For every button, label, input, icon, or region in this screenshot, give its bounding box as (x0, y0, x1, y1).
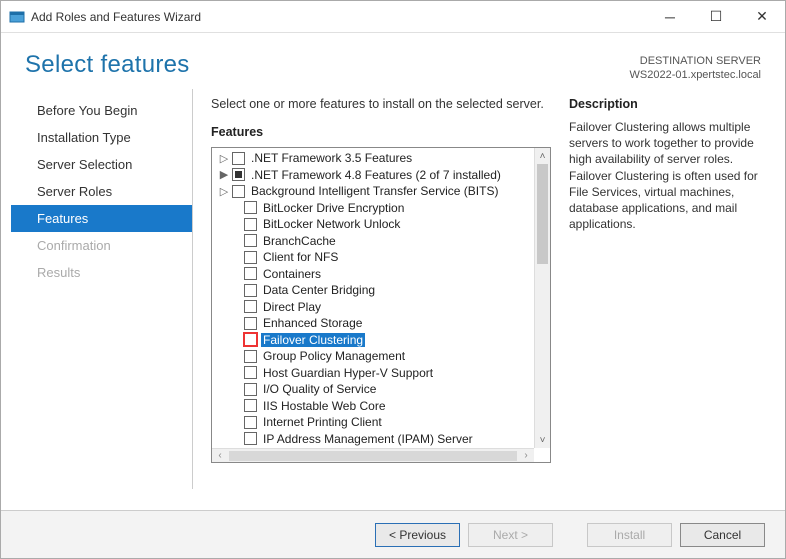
titlebar: Add Roles and Features Wizard ─ ☐ ✕ (1, 1, 785, 33)
next-button[interactable]: Next > (468, 523, 553, 547)
feature-row[interactable]: ▷IP Address Management (IPAM) Server (214, 431, 534, 448)
description-text: Failover Clustering allows multiple serv… (569, 119, 769, 232)
features-column: Select one or more features to install o… (211, 97, 551, 489)
footer: < Previous Next > Install Cancel (1, 510, 785, 558)
horizontal-scrollbar[interactable]: ‹ › (212, 448, 534, 462)
destination-server: WS2022-01.xpertstec.local (630, 69, 761, 81)
vertical-scrollbar[interactable]: ˄ ˅ (534, 148, 550, 448)
feature-row[interactable]: ▷Group Policy Management (214, 348, 534, 365)
instruction-text: Select one or more features to install o… (211, 97, 551, 111)
feature-checkbox[interactable] (244, 251, 257, 264)
wizard-icon (9, 9, 25, 25)
features-listbox[interactable]: ▷ .NET Framework 3.5 Features ▶ .NET Framew… (211, 147, 551, 463)
expander-icon[interactable]: ▶ (218, 168, 230, 181)
feature-row[interactable]: ▷Failover Clustering (214, 332, 534, 349)
feature-row[interactable]: ▷Direct Play (214, 299, 534, 316)
expander-icon[interactable]: ▷ (218, 185, 230, 198)
feature-label[interactable]: BranchCache (261, 234, 338, 248)
feature-row[interactable]: ▷BranchCache (214, 233, 534, 250)
scroll-up-arrow-icon[interactable]: ˄ (535, 148, 550, 164)
feature-checkbox[interactable] (232, 152, 245, 165)
feature-label[interactable]: .NET Framework 4.8 Features (2 of 7 inst… (249, 168, 503, 182)
scroll-left-arrow-icon[interactable]: ‹ (212, 450, 228, 461)
feature-label[interactable]: IIS Hostable Web Core (261, 399, 388, 413)
feature-label[interactable]: Data Center Bridging (261, 283, 377, 297)
feature-row[interactable]: ▷BitLocker Drive Encryption (214, 200, 534, 217)
feature-checkbox[interactable] (232, 168, 245, 181)
feature-label[interactable]: BitLocker Network Unlock (261, 217, 402, 231)
feature-row[interactable]: ▷Internet Printing Client (214, 414, 534, 431)
feature-checkbox[interactable] (244, 201, 257, 214)
feature-checkbox[interactable] (244, 267, 257, 280)
scroll-right-arrow-icon[interactable]: › (518, 450, 534, 461)
feature-label[interactable]: Client for NFS (261, 250, 340, 264)
feature-label[interactable]: Enhanced Storage (261, 316, 364, 330)
sidebar-item-installation-type[interactable]: Installation Type (11, 124, 192, 151)
destination-label: DESTINATION SERVER (640, 55, 761, 67)
feature-row[interactable]: ▷I/O Quality of Service (214, 381, 534, 398)
feature-checkbox[interactable] (244, 333, 257, 346)
cancel-button[interactable]: Cancel (680, 523, 765, 547)
feature-row[interactable]: ▷BitLocker Network Unlock (214, 216, 534, 233)
h-scrollbar-thumb[interactable] (229, 451, 517, 461)
feature-label[interactable]: Direct Play (261, 300, 323, 314)
feature-checkbox[interactable] (244, 218, 257, 231)
feature-label[interactable]: IP Address Management (IPAM) Server (261, 432, 475, 446)
feature-label[interactable]: Background Intelligent Transfer Service … (249, 184, 500, 198)
header: Select features DESTINATION SERVER WS202… (1, 33, 785, 89)
feature-checkbox[interactable] (244, 350, 257, 363)
feature-checkbox[interactable] (244, 416, 257, 429)
feature-label[interactable]: Group Policy Management (261, 349, 407, 363)
main-panel: Select one or more features to install o… (193, 89, 769, 489)
sidebar-item-before-you-begin[interactable]: Before You Begin (11, 97, 192, 124)
feature-row[interactable]: ▷Enhanced Storage (214, 315, 534, 332)
sidebar-item-server-selection[interactable]: Server Selection (11, 151, 192, 178)
feature-label[interactable]: Containers (261, 267, 323, 281)
minimize-button[interactable]: ─ (647, 2, 693, 32)
feature-row[interactable]: ▷ .NET Framework 3.5 Features (214, 150, 534, 167)
wizard-sidebar: Before You BeginInstallation TypeServer … (11, 89, 193, 489)
feature-row[interactable]: ▷ Background Intelligent Transfer Service… (214, 183, 534, 200)
description-heading: Description (569, 97, 769, 111)
feature-row[interactable]: ▷Containers (214, 266, 534, 283)
expander-icon[interactable]: ▷ (218, 152, 230, 165)
feature-checkbox[interactable] (244, 284, 257, 297)
scrollbar-thumb[interactable] (537, 164, 548, 264)
feature-checkbox[interactable] (244, 383, 257, 396)
feature-label[interactable]: Internet Printing Client (261, 415, 384, 429)
install-button[interactable]: Install (587, 523, 672, 547)
feature-label[interactable]: Host Guardian Hyper-V Support (261, 366, 435, 380)
feature-row[interactable]: ▷Client for NFS (214, 249, 534, 266)
sidebar-item-features[interactable]: Features (11, 205, 192, 232)
window-title: Add Roles and Features Wizard (31, 10, 647, 24)
feature-row[interactable]: ▷IIS Hostable Web Core (214, 398, 534, 415)
window-controls: ─ ☐ ✕ (647, 2, 785, 32)
feature-checkbox[interactable] (232, 185, 245, 198)
feature-checkbox[interactable] (244, 432, 257, 445)
close-button[interactable]: ✕ (739, 2, 785, 32)
content: Before You BeginInstallation TypeServer … (1, 89, 785, 489)
feature-row[interactable]: ▷Data Center Bridging (214, 282, 534, 299)
feature-label[interactable]: I/O Quality of Service (261, 382, 378, 396)
maximize-button[interactable]: ☐ (693, 2, 739, 32)
feature-row[interactable]: ▶ .NET Framework 4.8 Features (2 of 7 ins… (214, 167, 534, 184)
feature-checkbox[interactable] (244, 234, 257, 247)
description-panel: Description Failover Clustering allows m… (569, 97, 769, 489)
sidebar-item-confirmation: Confirmation (11, 232, 192, 259)
feature-label[interactable]: BitLocker Drive Encryption (261, 201, 406, 215)
feature-checkbox[interactable] (244, 300, 257, 313)
feature-row[interactable]: ▷Host Guardian Hyper-V Support (214, 365, 534, 382)
sidebar-item-results: Results (11, 259, 192, 286)
feature-checkbox[interactable] (244, 399, 257, 412)
previous-button[interactable]: < Previous (375, 523, 460, 547)
sidebar-item-server-roles[interactable]: Server Roles (11, 178, 192, 205)
feature-checkbox[interactable] (244, 366, 257, 379)
feature-label[interactable]: Failover Clustering (261, 333, 365, 347)
features-heading: Features (211, 125, 551, 139)
scroll-down-arrow-icon[interactable]: ˅ (535, 432, 550, 448)
feature-label[interactable]: .NET Framework 3.5 Features (249, 151, 414, 165)
feature-checkbox[interactable] (244, 317, 257, 330)
